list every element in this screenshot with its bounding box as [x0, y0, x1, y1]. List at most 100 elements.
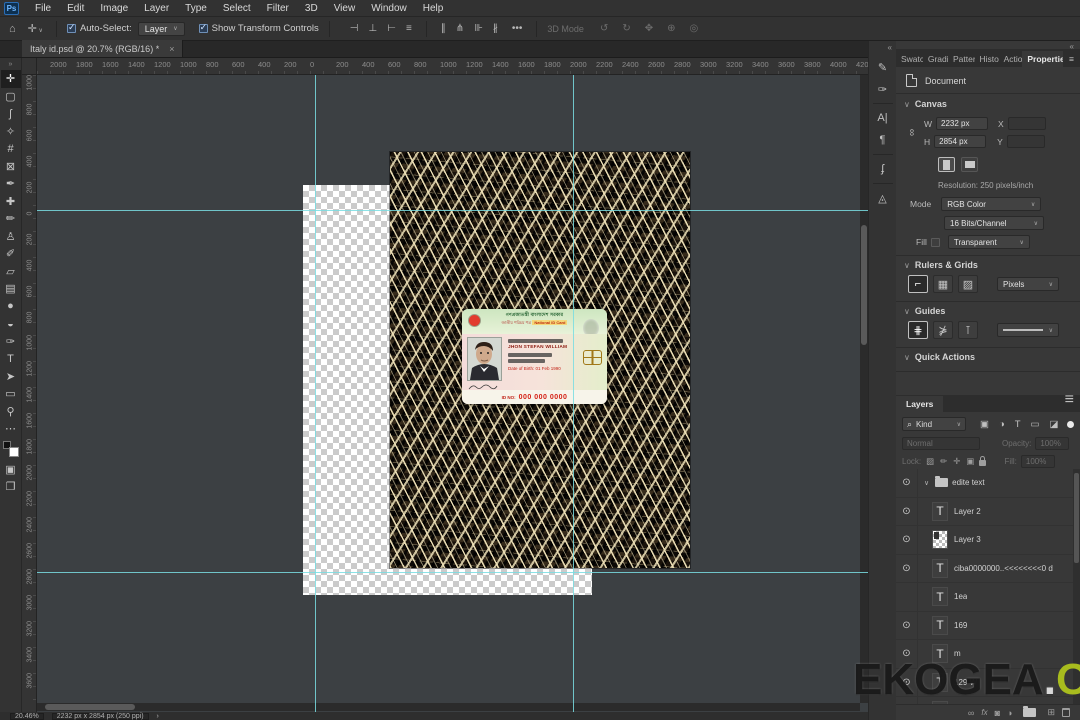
tab-actio[interactable]: Actio [999, 51, 1023, 67]
eraser-tool[interactable]: ▱ [1, 263, 21, 281]
align-right-icon[interactable]: ⊢ [383, 23, 400, 34]
blend-mode-dropdown[interactable]: Normal [902, 437, 980, 450]
text-layer-thumbnail[interactable]: T [932, 587, 948, 607]
layer-row[interactable]: ⊙ T 169 [896, 611, 1080, 640]
tab-layers[interactable]: Layers [896, 396, 944, 412]
horizontal-ruler[interactable]: 2000 1800 1600 1400 1200 1000 800 600 400 200 0 200… [22, 58, 868, 75]
lock-artboard-icon[interactable]: ▣ [965, 456, 975, 467]
paragraph-icon[interactable]: ¶ [871, 129, 895, 151]
rulers-toggle-button[interactable]: ⌐ [908, 275, 928, 293]
guide-style-dropdown[interactable]: ∨ [997, 323, 1059, 337]
menu-help[interactable]: Help [415, 1, 452, 16]
lock-pixels-icon[interactable]: ✏ [939, 456, 948, 467]
document-tab[interactable]: Italy id.psd @ 20.7% (RGB/16) * × [22, 40, 184, 57]
lasso-tool[interactable]: ʃ [1, 105, 21, 123]
lock-position-icon[interactable]: ✛ [952, 456, 961, 467]
units-dropdown[interactable]: Pixels ∨ [997, 277, 1059, 291]
smart-guides-button[interactable]: ⋡ [933, 321, 953, 339]
layer-row[interactable]: ⊙ ∨ edite text [896, 469, 1080, 498]
rulers-grids-section-header[interactable]: ∨ Rulers & Grids [904, 260, 978, 270]
distribute-right-icon[interactable]: ⊪ [470, 23, 487, 34]
fill-checkbox[interactable] [930, 237, 940, 247]
auto-select-checkbox[interactable]: Auto-Select: [66, 22, 132, 34]
filter-shape-icon[interactable]: ▭ [1029, 419, 1042, 430]
dodge-tool[interactable]: ◒ [1, 315, 21, 333]
gradient-tool[interactable]: ▤ [1, 280, 21, 298]
guide-vertical-2[interactable] [573, 75, 574, 712]
portrait-orientation-button[interactable] [938, 157, 955, 172]
x-field[interactable] [1007, 117, 1046, 130]
canvas-viewport[interactable]: 2000 1800 1600 1400 1200 1000 800 600 400 200 0 200… [22, 58, 868, 712]
y-field[interactable] [1006, 135, 1045, 148]
guides-toggle-button[interactable]: ⋕ [908, 321, 928, 339]
filter-type-icon[interactable]: T [1013, 419, 1023, 430]
quick-selection-tool[interactable]: ✧ [1, 123, 21, 141]
libraries-icon[interactable]: ◬ [871, 187, 895, 209]
tab-swatc[interactable]: Swatc [896, 51, 923, 67]
tab-patter[interactable]: Patter [948, 51, 975, 67]
zoom-tool[interactable]: ⚲ [1, 403, 21, 421]
marquee-tool[interactable]: ▢ [1, 88, 21, 106]
adjustment-layer-icon[interactable]: ◑ [1007, 708, 1012, 718]
text-layer-thumbnail[interactable]: T [932, 615, 948, 635]
layers-menu-icon[interactable]: ≡ [1059, 388, 1080, 412]
brushes-icon[interactable]: ✎ [871, 56, 895, 78]
lock-guides-button[interactable]: ⊺ [958, 321, 978, 339]
transparency-grid-button[interactable]: ▨ [958, 275, 978, 293]
more-options-icon[interactable]: ••• [508, 23, 527, 34]
new-layer-icon[interactable]: ⊞ [1047, 707, 1055, 718]
lock-transparency-icon[interactable]: ▨ [925, 456, 935, 467]
auto-select-target-dropdown[interactable]: Layer ∨ [137, 21, 185, 36]
distribute-left-icon[interactable]: ∥ [437, 23, 450, 34]
close-icon[interactable]: × [169, 44, 174, 54]
filter-smart-object-icon[interactable]: ◪ [1048, 419, 1061, 430]
home-icon[interactable]: ⌂ [6, 23, 19, 35]
fill-dropdown[interactable]: Transparent ∨ [947, 235, 1030, 249]
filter-adjustment-icon[interactable]: ◑ [997, 419, 1007, 430]
toolbar-collapse-icon[interactable]: » [9, 61, 13, 68]
chevron-down-icon[interactable]: ∨ [924, 479, 929, 487]
menu-edit[interactable]: Edit [59, 1, 92, 16]
guide-vertical-1[interactable] [315, 75, 316, 712]
layer-row[interactable]: T 1ea [896, 583, 1080, 612]
visibility-eye-icon[interactable]: ⊙ [896, 469, 918, 497]
character-icon[interactable]: A| [871, 107, 895, 129]
menu-window[interactable]: Window [363, 1, 415, 16]
rectangle-tool[interactable]: ▭ [1, 385, 21, 403]
visibility-eye-icon[interactable]: ⊙ [896, 526, 918, 554]
dock-collapse-icon[interactable]: « [888, 43, 896, 52]
text-layer-thumbnail[interactable]: T [932, 558, 948, 578]
quick-actions-section-header[interactable]: ∨ Quick Actions [904, 352, 975, 362]
crop-tool[interactable]: # [1, 140, 21, 158]
height-field[interactable]: 2854 px [934, 135, 987, 148]
brush-tool[interactable]: ✏ [1, 210, 21, 228]
layer-row[interactable]: ⊙ Layer 3 [896, 526, 1080, 555]
layer-mask-icon[interactable]: ◙ [995, 708, 1000, 718]
quick-mask-icon[interactable]: ▣ [1, 461, 21, 479]
menu-select[interactable]: Select [215, 1, 259, 16]
layer-effects-icon[interactable]: fx [981, 708, 987, 717]
align-left-icon[interactable]: ⊣ [346, 23, 363, 34]
scrollbar-thumb[interactable] [861, 225, 867, 345]
healing-brush-tool[interactable]: ✚ [1, 193, 21, 211]
visibility-eye-icon[interactable]: ⊙ [896, 497, 918, 525]
horizontal-scrollbar[interactable] [37, 703, 860, 711]
layer-row[interactable]: ⊙ Tciba0000000..<<<<<<<<0 d [896, 554, 1080, 583]
bit-depth-dropdown[interactable]: 16 Bits/Channel ∨ [944, 216, 1044, 230]
guide-horizontal-2[interactable] [37, 572, 868, 573]
landscape-orientation-button[interactable] [961, 157, 978, 172]
visibility-eye-icon[interactable]: ⊙ [896, 611, 918, 639]
opacity-field[interactable]: 100% [1035, 437, 1070, 450]
menu-layer[interactable]: Layer [136, 1, 177, 16]
menu-filter[interactable]: Filter [259, 1, 297, 16]
guides-section-header[interactable]: ∨ Guides [904, 306, 945, 316]
zoom-level-field[interactable]: 20.46% [10, 712, 44, 720]
clone-stamp-tool[interactable]: ♙ [1, 228, 21, 246]
layer-row[interactable]: ⊙ T Layer 2 [896, 497, 1080, 526]
status-arrow-icon[interactable]: › [157, 713, 159, 720]
type-tool[interactable]: T [1, 350, 21, 368]
pen-tool[interactable]: ✑ [1, 333, 21, 351]
brush-settings-icon[interactable]: ✑ [871, 78, 895, 100]
fill-field[interactable]: 100% [1020, 455, 1055, 468]
canvas-section-header[interactable]: ∨ Canvas [904, 99, 947, 109]
